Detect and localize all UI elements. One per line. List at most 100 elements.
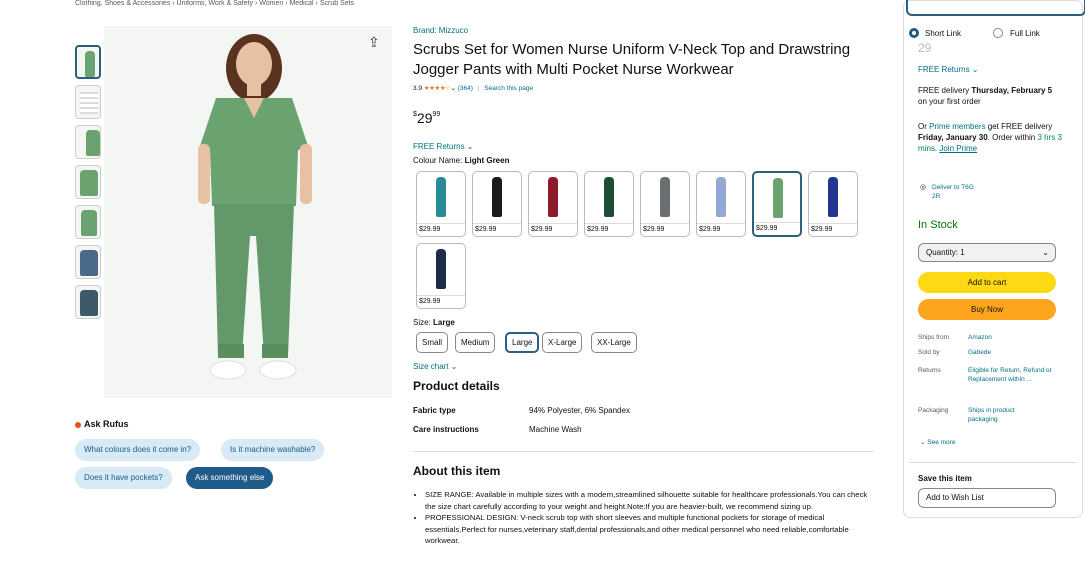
see-more-link[interactable]: ⌄ See more	[920, 439, 955, 448]
thumbnail[interactable]	[75, 285, 101, 319]
info-key: Returns	[918, 367, 941, 374]
search-page-link[interactable]: Search this page	[484, 85, 533, 92]
brand-link[interactable]: Brand: Mizzuco	[413, 26, 468, 35]
swatch-image	[436, 177, 446, 217]
colour-swatch[interactable]: $29.99	[584, 171, 634, 237]
rufus-chip[interactable]: Does it have pockets?	[75, 467, 172, 489]
size-chart-link[interactable]: Size chart ⌄	[413, 362, 458, 371]
stock-status: In Stock	[918, 219, 958, 231]
divider	[413, 451, 874, 452]
swatch-price: $29.99	[417, 295, 465, 308]
swatch-price: $29.99	[754, 222, 800, 235]
delivery-info: FREE delivery Thursday, February 5 on yo…	[918, 86, 1053, 106]
swatch-image	[660, 177, 670, 217]
rufus-chip[interactable]: What colours does it come in?	[75, 439, 201, 461]
deliver-to-link[interactable]: Deliver to T6G 2R	[932, 183, 982, 201]
swatch-image	[436, 249, 446, 289]
location-icon: ◎	[920, 184, 927, 191]
product-details-title: Product details	[413, 379, 500, 393]
info-value[interactable]: Eligible for Return, Refund or Replaceme…	[968, 367, 1052, 393]
rating-row: 3.9 ★★★★☆⌄ (364) | Search this page	[413, 84, 533, 92]
share-icon[interactable]: ⇪	[368, 34, 380, 51]
divider	[909, 462, 1077, 463]
buybox-free-returns-link[interactable]: FREE Returns ⌄	[918, 64, 979, 75]
info-value[interactable]: Amazon	[968, 334, 992, 343]
ask-something-else-button[interactable]: Ask something else	[186, 467, 274, 489]
size-option-small[interactable]: Small	[416, 332, 449, 353]
colour-swatch[interactable]: $29.99	[416, 243, 466, 309]
about-title: About this item	[413, 464, 501, 478]
full-link-label[interactable]: Full Link	[1010, 28, 1040, 39]
colour-swatch[interactable]: $29.99	[808, 171, 858, 237]
swatch-image	[773, 178, 783, 218]
detail-value: 94% Polyester, 6% Spandex	[529, 406, 630, 415]
join-prime-link[interactable]: Join Prime	[939, 144, 977, 153]
short-link-radio[interactable]	[909, 28, 919, 38]
prime-link[interactable]: Prime members	[929, 122, 985, 131]
save-item-title: Save this item	[918, 474, 972, 483]
chevron-down-icon[interactable]: ⌄	[451, 85, 456, 92]
detail-value: Machine Wash	[529, 425, 582, 434]
thumbnail[interactable]	[75, 245, 101, 279]
swatch-price: $29.99	[417, 223, 465, 236]
colour-swatch[interactable]: $29.99	[472, 171, 522, 237]
swatch-price: $29.99	[809, 223, 857, 236]
swatch-price: $29.99	[641, 223, 689, 236]
info-key: Packaging	[918, 407, 949, 414]
swatch-image	[548, 177, 558, 217]
info-key: Sold by	[918, 349, 940, 356]
thumbnail[interactable]	[75, 85, 101, 119]
product-main-image[interactable]	[104, 26, 392, 398]
detail-key: Care instructions	[413, 425, 479, 434]
rating-stars-icon[interactable]: ★★★★☆	[424, 85, 451, 92]
colour-swatch[interactable]: $29.99	[640, 171, 690, 237]
size-option-x-large[interactable]: X-Large	[542, 332, 583, 353]
swatch-price: $29.99	[585, 223, 633, 236]
review-count-link[interactable]: (364)	[458, 85, 473, 92]
colour-name: Colour Name: Light Green	[413, 156, 510, 165]
free-returns-link[interactable]: FREE Returns ⌄	[413, 142, 474, 151]
quantity-select[interactable]: Quantity: 1 ⌄	[918, 243, 1056, 262]
thumbnail[interactable]	[75, 165, 101, 199]
info-key: Ships from	[918, 334, 950, 341]
add-to-cart-button[interactable]: Add to cart	[918, 272, 1056, 293]
add-to-wish-list-button[interactable]: Add to Wish List	[918, 488, 1056, 508]
swatch-price: $29.99	[697, 223, 745, 236]
thumbnail-strip	[75, 45, 103, 325]
short-link-label[interactable]: Short Link	[925, 28, 961, 39]
breadcrumb[interactable]: Clothing, Shoes & Accessories › Uniforms…	[75, 0, 354, 7]
product-photo-icon	[198, 34, 312, 380]
buy-now-button[interactable]: Buy Now	[918, 299, 1056, 320]
swatch-image	[604, 177, 614, 217]
rufus-chip[interactable]: Is it machine washable?	[221, 439, 325, 461]
swatch-image	[492, 177, 502, 217]
swatch-price: $29.99	[529, 223, 577, 236]
buybox-price: 29	[918, 43, 932, 52]
about-list: SIZE RANGE: Available in multiple sizes …	[413, 489, 878, 547]
separator: |	[477, 85, 480, 92]
size-option-medium[interactable]: Medium	[455, 332, 496, 353]
rufus-title: Ask Rufus	[75, 419, 129, 429]
size-option-large[interactable]: Large	[505, 332, 540, 353]
colour-swatch[interactable]: $29.99	[528, 171, 578, 237]
prime-delivery-info: Or Prime members get FREE delivery Frida…	[918, 122, 1062, 153]
swatch-price: $29.99	[473, 223, 521, 236]
size-option-xx-large[interactable]: XX-Large	[591, 332, 637, 353]
swatch-image	[716, 177, 726, 217]
colour-swatch[interactable]: $29.99	[696, 171, 746, 237]
price: $2999	[413, 110, 441, 126]
rating-value: 3.9	[413, 85, 423, 92]
thumbnail[interactable]	[75, 125, 101, 159]
rufus-icon	[75, 421, 81, 428]
link-output-field[interactable]	[906, 0, 1085, 16]
info-value[interactable]: Gabede	[968, 349, 991, 358]
info-value[interactable]: Ships in product packaging	[968, 407, 1038, 424]
colour-swatch[interactable]: $29.99	[416, 171, 466, 237]
full-link-radio[interactable]	[993, 28, 1003, 38]
thumbnail[interactable]	[75, 45, 101, 79]
colour-swatch[interactable]: $29.99	[752, 171, 802, 237]
about-bullet: SIZE RANGE: Available in multiple sizes …	[425, 489, 878, 512]
product-title: Scrubs Set for Women Nurse Uniform V-Nec…	[413, 41, 851, 78]
thumbnail[interactable]	[75, 205, 101, 239]
detail-key: Fabric type	[413, 406, 456, 415]
